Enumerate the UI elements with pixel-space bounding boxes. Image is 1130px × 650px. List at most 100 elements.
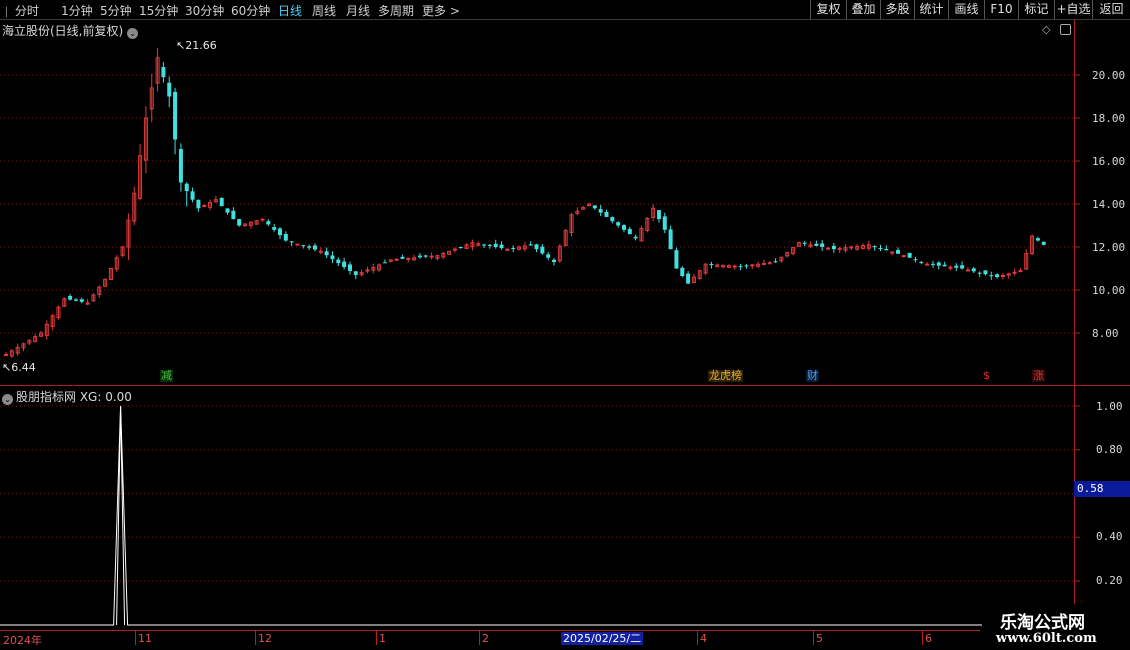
candle-body <box>231 210 236 220</box>
period-toolbar: ▏ 分时 1分钟 5分钟 15分钟 30分钟 60分钟 日线 周线 月线 多周期 … <box>0 0 1130 20</box>
candle-body <box>656 210 661 220</box>
draw-line-button[interactable]: 画线 <box>948 0 984 19</box>
candle-body <box>4 354 8 356</box>
candle-body <box>353 271 358 275</box>
period-tab-30min[interactable]: 30分钟 <box>185 2 224 19</box>
candle-body <box>73 299 78 301</box>
candle-body <box>662 216 667 230</box>
candle-body <box>283 234 288 241</box>
candle-body <box>79 299 84 302</box>
candle-body <box>342 261 347 268</box>
date-tick: 12 <box>258 632 272 645</box>
candle-body <box>458 246 463 248</box>
candle-body <box>592 205 597 209</box>
candle-body <box>219 197 224 207</box>
candle-body <box>272 227 277 230</box>
date-tick: 1 <box>379 632 386 645</box>
candle-body <box>971 268 976 272</box>
period-tab-5min[interactable]: 5分钟 <box>100 2 132 19</box>
candle-body <box>237 219 242 226</box>
multi-stock-button[interactable]: 多股 <box>880 0 914 19</box>
candle-body <box>1018 270 1023 273</box>
mark-button[interactable]: 标记 <box>1018 0 1054 19</box>
candle-body <box>511 247 516 249</box>
f10-button[interactable]: F10 <box>984 0 1018 19</box>
candle-body <box>872 246 877 248</box>
period-tab-monthly[interactable]: 月线 <box>346 2 370 19</box>
xg-signal-line <box>0 405 1074 626</box>
candle-body <box>400 256 405 259</box>
candle-body <box>266 221 271 225</box>
candle-body <box>289 241 294 243</box>
candle-body <box>499 244 504 249</box>
period-tab-multi[interactable]: 多周期 <box>378 2 414 19</box>
event-tag-finance[interactable]: 财 <box>806 370 819 382</box>
more-menu-button[interactable]: 更多 > <box>422 2 460 19</box>
price-axis-label: 10.00 <box>1092 284 1126 297</box>
candle-body <box>1035 238 1040 241</box>
add-favorite-button[interactable]: +自选 <box>1054 0 1092 19</box>
candle-body <box>668 229 673 250</box>
candle-body <box>534 244 539 250</box>
candle-body <box>831 245 836 250</box>
xg-signal-spike <box>116 405 126 626</box>
candle-body <box>942 264 947 267</box>
candle-body <box>546 254 551 258</box>
indicator-grid <box>0 405 1080 582</box>
candle-body <box>1012 271 1017 274</box>
date-tick-mark <box>922 631 923 645</box>
main-chart-title-row: 海立股份(日线,前复权) ⌄ <box>2 22 139 39</box>
period-tab-weekly[interactable]: 周线 <box>312 2 336 19</box>
diamond-icon[interactable]: ◇ <box>1042 23 1050 36</box>
candle-body <box>895 250 900 254</box>
candle-body <box>989 275 994 277</box>
candle-body <box>732 265 737 268</box>
period-tab-daily[interactable]: 日线 <box>278 2 302 19</box>
panel-toggle-icon[interactable] <box>1060 24 1071 35</box>
candle-body <box>336 259 341 264</box>
candle-body <box>674 250 679 269</box>
date-tick: 11 <box>138 632 152 645</box>
indicator-chart[interactable] <box>0 386 1130 630</box>
price-axis-label: 12.00 <box>1092 241 1126 254</box>
event-tag-dollar[interactable]: $ <box>982 370 991 382</box>
candle-body <box>301 245 306 247</box>
main-chart-panel[interactable]: 海立股份(日线,前复权) ⌄ ◇ 20.00 18.00 16.00 14.00 … <box>0 20 1130 385</box>
low-price-value: 6.44 <box>11 361 36 374</box>
candlestick-chart[interactable] <box>0 20 1130 385</box>
chevron-down-icon[interactable]: ⌄ <box>2 394 13 405</box>
candle-body <box>627 228 632 235</box>
overlay-button[interactable]: 叠加 <box>846 0 880 19</box>
candle-body <box>196 199 201 209</box>
period-tab-60min[interactable]: 60分钟 <box>231 2 270 19</box>
candle-body <box>610 217 615 222</box>
event-tag-reduce[interactable]: 减 <box>160 370 173 382</box>
candle-body <box>773 261 778 263</box>
candle-body <box>452 248 457 251</box>
date-tick-mark <box>376 631 377 645</box>
candle-body <box>604 211 609 217</box>
candle-body <box>930 263 935 265</box>
indicator-title: 股朋指标网 XG: 0.00 <box>16 390 132 404</box>
adjust-button[interactable]: 复权 <box>810 0 846 19</box>
candle-body <box>686 273 691 284</box>
period-tab-1min[interactable]: 1分钟 <box>61 2 93 19</box>
candle-body <box>919 261 924 263</box>
candle-body <box>330 255 335 260</box>
candle-body <box>750 264 755 267</box>
candles <box>4 47 1046 359</box>
candle-body <box>761 262 766 265</box>
chevron-down-icon[interactable]: ⌄ <box>127 28 139 39</box>
statistics-button[interactable]: 统计 <box>914 0 948 19</box>
period-tab-15min[interactable]: 15分钟 <box>139 2 178 19</box>
date-tick-mark <box>135 631 136 645</box>
event-tag-rise[interactable]: 涨 <box>1032 370 1045 382</box>
candle-body <box>382 262 387 264</box>
candle-body <box>225 208 230 213</box>
back-button[interactable]: 返回 <box>1092 0 1130 19</box>
arrow-icon: ↖ <box>176 39 186 52</box>
indicator-panel[interactable]: ⌄ 股朋指标网 XG: 0.00 1.00 0.80 0.40 0.20 <box>0 386 1130 630</box>
period-tab-minute[interactable]: ▏ 分时 <box>6 2 39 19</box>
candle-body <box>901 255 906 258</box>
event-tag-dragon-tiger[interactable]: 龙虎榜 <box>708 370 743 382</box>
